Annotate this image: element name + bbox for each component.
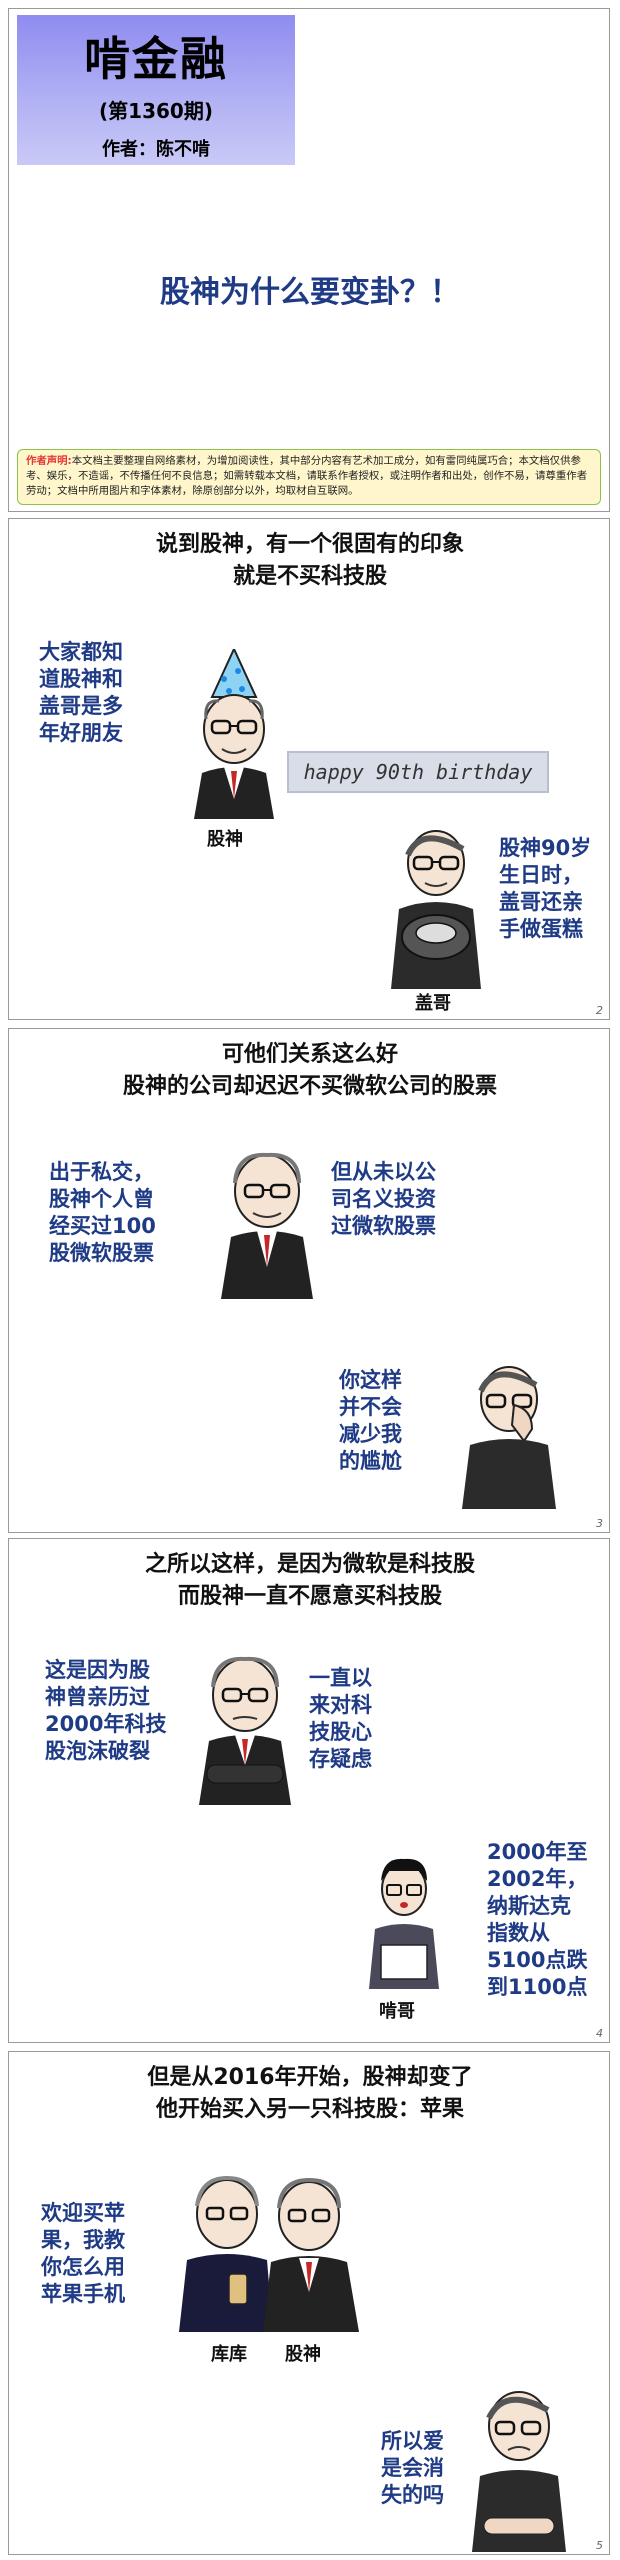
caption-love-fades: 所以爱 是会消 失的吗 xyxy=(381,2429,444,2507)
caption-doubts: 一直以 来对科 技股心 存疑虑 xyxy=(309,1666,372,1771)
panel-heading-line1: 之所以这样，是因为微软是科技股 xyxy=(144,1552,475,1577)
comic-panel-2: 说到股神，有一个很固有的印象 就是不买科技股 大家都知 道股神和 盖哥是多 年好… xyxy=(8,518,610,1020)
cover-panel: 啃金融 (第1360期) 作者：陈不啃 股神为什么要变卦？！ 作者声明:本文档主… xyxy=(8,8,610,512)
caption-gates-embarrassment: 你这样 并不会 减少我 的尴尬 xyxy=(339,1368,402,1473)
caption-nasdaq-drop: 2000年至 2002年， 纳斯达克 指数从 5100点跌 到1100点 xyxy=(487,1840,588,1999)
cook-and-buffett-illustration xyxy=(179,2175,359,2332)
caption-personal-purchase: 出于私交， 股神个人曾 经买过100 股微软股票 xyxy=(49,1160,156,1265)
buffett-illustration xyxy=(221,1152,313,1299)
author-line: 作者：陈不啃 xyxy=(102,139,210,160)
page-number: 2 xyxy=(596,1004,603,1017)
caption-bubble-burst: 这是因为股 神曾亲历过 2000年科技 股泡沫破裂 xyxy=(45,1658,167,1763)
page-number: 3 xyxy=(596,1517,603,1530)
birthday-banner: happy 90th birthday xyxy=(287,751,549,793)
comic-panel-4: 之所以这样，是因为微软是科技股 而股神一直不愿意买科技股 这是因为股 神曾亲历过… xyxy=(8,1538,610,2043)
title-box: 啃金融 (第1360期) 作者：陈不啃 xyxy=(17,15,295,165)
comic-panel-3: 可他们关系这么好 股神的公司却迟迟不买微软公司的股票 出于私交， 股神个人曾 经… xyxy=(8,1028,610,1533)
buffett-arms-crossed-illustration xyxy=(199,1656,291,1805)
panel-heading-line1: 说到股神，有一个很固有的印象 xyxy=(155,532,464,557)
page-number: 4 xyxy=(596,2027,603,2040)
gates-with-cake-illustration xyxy=(391,830,481,989)
caption-company-investment: 但从未以公 司名义投资 过微软股票 xyxy=(331,1160,436,1238)
comic-panel-5: 但是从2016年开始，股神却变了 他开始买入另一只科技股：苹果 欢迎买苹 果，我… xyxy=(8,2051,610,2555)
buffett-label: 股神 xyxy=(285,2344,321,2365)
cook-label: 库库 xyxy=(211,2344,247,2365)
panel-heading-line2: 股神的公司却迟迟不买微软公司的股票 xyxy=(122,1074,497,1099)
notice-text: 本文档主要整理自网络素材，为增加阅读性，其中部分内容有艺术加工成分，如有雷同纯属… xyxy=(26,455,588,497)
narrator-illustration xyxy=(369,1858,439,1989)
author-notice: 作者声明:本文档主要整理自网络素材，为增加阅读性，其中部分内容有艺术加工成分，如… xyxy=(17,449,601,505)
panel-heading-line2: 他开始买入另一只科技股：苹果 xyxy=(155,2097,464,2122)
panel-heading-line2: 就是不买科技股 xyxy=(232,564,387,589)
panel-heading-line2: 而股神一直不愿意买科技股 xyxy=(177,1584,442,1609)
buffett-label: 股神 xyxy=(207,829,243,850)
narrator-label: 啃哥 xyxy=(379,2001,415,2022)
issue-number: (第1360期) xyxy=(99,99,213,123)
caption-birthday-cake: 股神90岁 生日时， 盖哥还亲 手做蛋糕 xyxy=(499,836,592,941)
brand-title: 啃金融 xyxy=(84,32,228,86)
panel-heading-line1: 可他们关系这么好 xyxy=(221,1042,398,1067)
panel-heading-line1: 但是从2016年开始，股神却变了 xyxy=(147,2065,473,2090)
article-title: 股神为什么要变卦？！ xyxy=(160,275,460,310)
buffett-party-hat-illustration xyxy=(194,649,274,819)
notice-label: 作者声明: xyxy=(26,455,72,467)
gates-label: 盖哥 xyxy=(415,993,451,1014)
caption-apple-welcome: 欢迎买苹 果，我教 你怎么用 苹果手机 xyxy=(41,2201,125,2306)
caption-friends: 大家都知 道股神和 盖哥是多 年好朋友 xyxy=(39,640,123,745)
gates-sad-illustration xyxy=(472,2391,566,2552)
gates-facepalm-illustration xyxy=(462,1366,556,1509)
page-number: 5 xyxy=(596,2539,603,2552)
